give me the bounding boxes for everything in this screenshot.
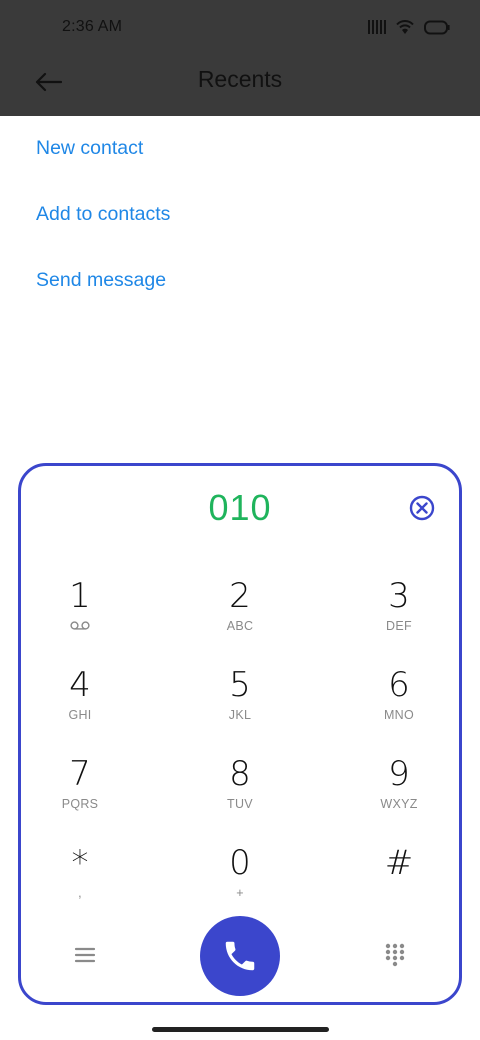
key-letters: TUV: [227, 797, 253, 811]
key-letters: DEF: [386, 619, 412, 633]
home-indicator[interactable]: [152, 1027, 329, 1032]
key-letters: PQRS: [61, 797, 99, 811]
key-star[interactable]: * ,: [20, 844, 140, 914]
key-3[interactable]: 3 DEF: [339, 577, 459, 647]
keypad-toggle-button[interactable]: [384, 942, 406, 968]
key-letters: ,: [78, 886, 82, 900]
key-letters: +: [236, 886, 244, 900]
key-digit: 4: [69, 665, 91, 705]
key-6[interactable]: 6 MNO: [339, 666, 459, 736]
dialer-screen: 2:36 AM Recents New contact Add to conta…: [0, 0, 480, 1040]
key-7[interactable]: 7 PQRS: [20, 755, 140, 825]
menu-icon: [74, 947, 96, 963]
key-digit: 2: [229, 576, 251, 616]
signal-icon: [368, 20, 386, 34]
add-to-contacts-link[interactable]: Add to contacts: [36, 203, 170, 226]
key-digit: 0: [229, 843, 251, 883]
key-letters: GHI: [68, 708, 92, 722]
key-letters: ABC: [226, 619, 254, 633]
key-hash[interactable]: #: [339, 844, 459, 914]
wifi-icon: [396, 19, 414, 35]
key-8[interactable]: 8 TUV: [180, 755, 300, 825]
key-5[interactable]: 5 JKL: [180, 666, 300, 736]
call-button[interactable]: [200, 916, 280, 996]
key-digit: 5: [229, 665, 251, 705]
page-title: Recents: [197, 66, 283, 92]
key-digit: 6: [388, 665, 410, 705]
key-1[interactable]: 1: [20, 577, 140, 647]
key-digit: 9: [388, 754, 410, 794]
clear-button[interactable]: [408, 494, 436, 522]
key-letters: WXYZ: [380, 797, 418, 811]
key-digit: *: [71, 843, 89, 883]
app-header: 2:36 AM Recents: [0, 0, 480, 116]
clear-circle-icon: [409, 495, 435, 521]
key-digit: 3: [388, 576, 410, 616]
key-4[interactable]: 4 GHI: [20, 666, 140, 736]
status-icons: [368, 16, 450, 38]
key-digit: 8: [229, 754, 251, 794]
status-time: 2:36 AM: [62, 18, 123, 35]
keypad-grid-icon: [385, 943, 405, 967]
key-letters: JKL: [228, 708, 252, 722]
battery-icon: [424, 20, 450, 35]
send-message-link[interactable]: Send message: [36, 269, 166, 292]
key-digit: 7: [69, 754, 91, 794]
menu-button[interactable]: [72, 944, 98, 966]
key-0[interactable]: 0 +: [180, 844, 300, 914]
voicemail-icon: [70, 621, 90, 630]
key-digit: #: [384, 843, 414, 883]
new-contact-link[interactable]: New contact: [36, 137, 143, 160]
key-digit: 1: [69, 576, 91, 616]
key-9[interactable]: 9 WXYZ: [339, 755, 459, 825]
key-2[interactable]: 2 ABC: [180, 577, 300, 647]
phone-icon: [225, 941, 255, 971]
key-letters: MNO: [383, 708, 415, 722]
